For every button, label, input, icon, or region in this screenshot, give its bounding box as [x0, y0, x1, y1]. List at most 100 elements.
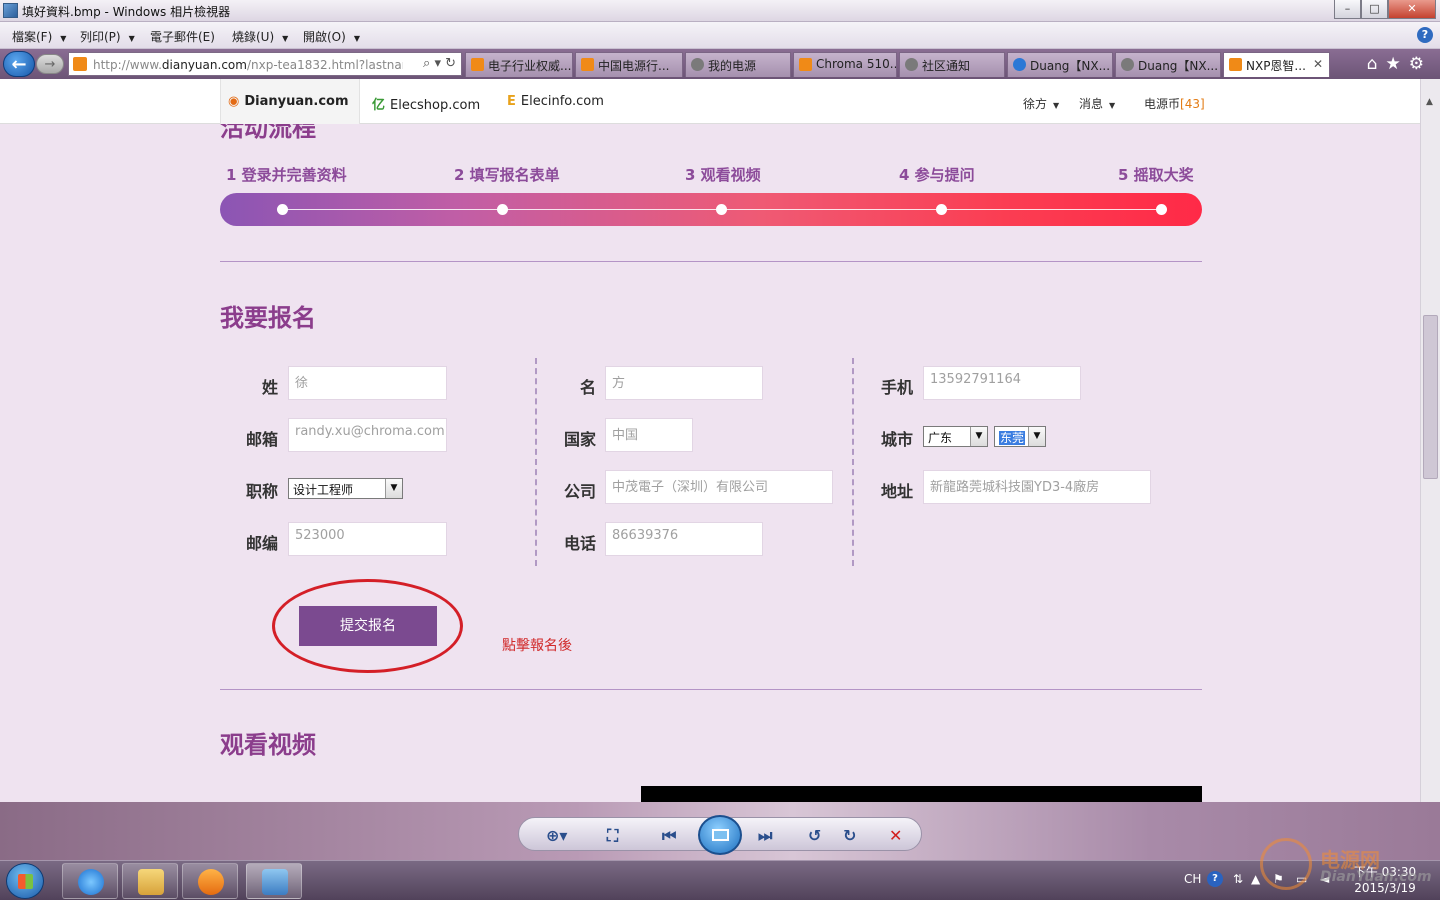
- start-button[interactable]: [6, 863, 44, 899]
- browser-toolbar: ← → http://www.dianyuan.com/nxp-tea1832.…: [0, 49, 1440, 79]
- address-field[interactable]: 新龍路莞城科技園YD3-4廠房: [923, 470, 1151, 504]
- tray-network-icon[interactable]: ⇅: [1233, 872, 1243, 886]
- tab-favicon-icon: [581, 58, 594, 71]
- browser-tools[interactable]: ⌂★⚙: [1367, 54, 1432, 74]
- first-name-label: 名: [579, 378, 596, 397]
- address-bar[interactable]: http://www.dianyuan.com/nxp-tea1832.html…: [68, 52, 462, 76]
- phone-label: 电话: [563, 534, 596, 553]
- mobile-field[interactable]: 13592791164: [923, 366, 1081, 400]
- job-title-select[interactable]: 设计工程师 ▼: [288, 478, 403, 499]
- windows-taskbar: CH ? ⇅ ▲ ⚑ ▭ ◄ 下午 03:30 2015/3/19: [0, 860, 1440, 900]
- tab-my-dianyuan[interactable]: 我的电源: [685, 52, 791, 77]
- messages-menu[interactable]: 消息 ▼: [1079, 95, 1115, 112]
- user-menu[interactable]: 徐方 ▼: [1023, 95, 1059, 112]
- menu-email[interactable]: 電子郵件(E): [150, 28, 215, 45]
- scroll-up-icon[interactable]: ▲: [1426, 97, 1433, 107]
- coins-link[interactable]: 电源币[43]: [1144, 95, 1205, 112]
- first-name-field[interactable]: 方: [605, 366, 763, 400]
- chevron-down-icon: ▼: [353, 34, 360, 43]
- tab-favicon-icon: [471, 58, 484, 71]
- tab-chroma[interactable]: Chroma 510...: [793, 52, 897, 77]
- annotation-note: 點擊報名後: [502, 638, 572, 654]
- tab-elecinfo[interactable]: 电子行业权威...: [465, 52, 573, 77]
- zoom-icon[interactable]: ⊕▾: [546, 826, 567, 845]
- page-scrollbar[interactable]: ▲: [1420, 79, 1440, 802]
- taskbar-ie[interactable]: [62, 863, 118, 899]
- site-link-dianyuan[interactable]: ◉ Dianyuan.com: [228, 94, 349, 109]
- taskbar-media-player[interactable]: [182, 863, 238, 899]
- url-text[interactable]: http://www.dianyuan.com/nxp-tea1832.html…: [93, 58, 403, 72]
- fit-window-icon[interactable]: ⛶: [607, 826, 618, 846]
- delete-icon[interactable]: ✕: [889, 826, 902, 845]
- site-link-elecshop[interactable]: 亿 Elecshop.com: [372, 94, 480, 113]
- home-favorites-settings-icons[interactable]: ⌂★⚙: [1367, 54, 1432, 74]
- progress-dot: [1156, 204, 1167, 215]
- progress-dot: [277, 204, 288, 215]
- step-5: 5 摇取大奖: [1118, 166, 1194, 184]
- dianyuan-logo-icon: ◉: [228, 94, 240, 109]
- taskbar-explorer[interactable]: [122, 863, 178, 899]
- loading-icon: [1121, 58, 1134, 71]
- rotate-right-icon[interactable]: ↻: [843, 826, 856, 845]
- email-field[interactable]: randy.xu@chroma.com: [288, 418, 447, 452]
- video-player[interactable]: [641, 786, 1202, 802]
- submit-registration-button[interactable]: 提交报名: [299, 606, 437, 646]
- chevron-down-icon: ▼: [60, 34, 67, 43]
- next-icon[interactable]: ⏭: [758, 826, 772, 846]
- email-label: 邮箱: [245, 430, 278, 449]
- section-divider: [220, 689, 1202, 690]
- phone-field[interactable]: 86639376: [605, 522, 763, 556]
- menu-open[interactable]: 開啟(O) ▼: [303, 28, 360, 45]
- site-header: ◉ Dianyuan.com 亿 Elecshop.com E Elecinfo.co…: [0, 79, 1420, 124]
- tab-close-icon[interactable]: ✕: [1313, 57, 1323, 71]
- section-divider: [220, 261, 1202, 262]
- process-heading: 活动流程: [220, 124, 316, 142]
- maximize-button[interactable]: □: [1361, 0, 1388, 19]
- close-window-button[interactable]: ✕: [1388, 0, 1436, 19]
- company-label: 公司: [563, 482, 596, 501]
- photo-viewer-icon: [262, 869, 288, 895]
- chevron-down-icon: ▼: [128, 34, 135, 43]
- menu-burn[interactable]: 燒錄(U) ▼: [232, 28, 288, 45]
- menu-file[interactable]: 檔案(F) ▼: [12, 28, 66, 45]
- menu-print[interactable]: 列印(P) ▼: [80, 28, 135, 45]
- elecshop-logo-icon: 亿: [372, 98, 386, 113]
- country-field[interactable]: 中国: [605, 418, 693, 452]
- loading-icon: [905, 58, 918, 71]
- back-button[interactable]: ←: [3, 51, 35, 77]
- register-title: 我要报名: [220, 304, 316, 332]
- step-3: 3 观看视频: [685, 166, 761, 184]
- window-title: 填好資料.bmp - Windows 相片檢視器: [22, 5, 231, 19]
- page-content: 活动流程 1 登录并完善资料 2 填写报名表单 3 观看视频 4 参与提问 5 …: [0, 124, 1420, 802]
- rotate-left-icon[interactable]: ↺: [808, 826, 821, 845]
- zip-field[interactable]: 523000: [288, 522, 447, 556]
- site-link-elecinfo[interactable]: E Elecinfo.com: [507, 94, 604, 109]
- chevron-down-icon: ▼: [282, 34, 289, 43]
- progress-dot: [936, 204, 947, 215]
- viewer-menubar: 檔案(F) ▼ 列印(P) ▼ 電子郵件(E) 燒錄(U) ▼ 開啟(O) ▼ ?: [0, 22, 1440, 49]
- plug-logo-icon: [1260, 838, 1312, 890]
- tab-nxp-active[interactable]: NXP恩智... ✕: [1223, 52, 1330, 77]
- minimize-button[interactable]: –: [1334, 0, 1361, 19]
- tray-help-icon[interactable]: ?: [1207, 871, 1223, 887]
- taskbar-photo-viewer[interactable]: [246, 863, 302, 899]
- previous-icon[interactable]: ⏮: [662, 826, 676, 846]
- address-actions[interactable]: ⌕ ▾ ↻: [423, 56, 456, 71]
- site-favicon-icon: [73, 57, 87, 71]
- tab-dianyuan[interactable]: 中国电源行...: [575, 52, 683, 77]
- address-label: 地址: [880, 482, 913, 501]
- city-select[interactable]: 东莞 ▼: [994, 426, 1046, 447]
- last-name-field[interactable]: 徐: [288, 366, 447, 400]
- tab-duang-2[interactable]: Duang【NX...: [1115, 52, 1221, 77]
- slideshow-button[interactable]: [698, 815, 742, 855]
- last-name-label: 姓: [261, 378, 278, 397]
- scrollbar-thumb[interactable]: [1423, 315, 1438, 479]
- help-icon[interactable]: ?: [1417, 27, 1433, 43]
- job-title-label: 职称: [245, 482, 278, 501]
- input-language[interactable]: CH: [1184, 872, 1201, 886]
- province-select[interactable]: 广东 ▼: [923, 426, 988, 447]
- tab-community-notice[interactable]: 社区通知: [899, 52, 1005, 77]
- company-field[interactable]: 中茂電子（深圳）有限公司: [605, 470, 833, 504]
- forward-button[interactable]: →: [36, 54, 64, 74]
- tab-duang-1[interactable]: Duang【NX...: [1007, 52, 1113, 77]
